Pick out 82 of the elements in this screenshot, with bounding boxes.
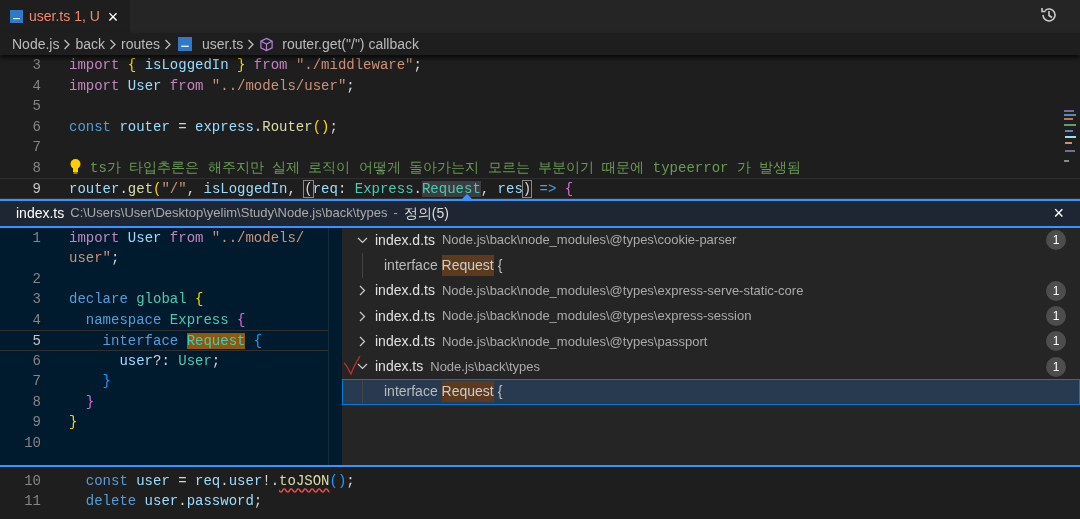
reference-file-name: index.d.ts — [375, 306, 435, 326]
code-line: const user = req.user!.toJSON(); — [84, 472, 355, 489]
line-number: 3 — [31, 290, 41, 309]
lightbulb-icon[interactable] — [69, 157, 82, 174]
line-number: 1 — [31, 228, 41, 248]
editor-tab[interactable]: user.ts 1, U × — [0, 0, 131, 33]
line-number: 7 — [31, 138, 41, 157]
peek-file-name: index.ts — [16, 203, 65, 223]
code-line: interface Request { — [101, 333, 263, 349]
line-number: 6 — [31, 117, 41, 137]
code-line: router.get("/", isLoggedIn, (req: Express.Request, res) => { — [69, 181, 574, 197]
line-number: 9 — [31, 180, 41, 198]
line-number: 3 — [31, 56, 41, 75]
code-line: import { isLoggedIn } from "./middleware"; — [69, 57, 422, 73]
line-number: 8 — [31, 158, 41, 178]
close-peek-button[interactable]: × — [1051, 204, 1066, 222]
line-number: 8 — [31, 392, 41, 412]
reference-path: Node.js\back\node_modules\@types\express-session — [441, 307, 752, 326]
breadcrumb-item[interactable]: router.get("/") callback — [282, 33, 419, 55]
line-number: 4 — [31, 76, 41, 96]
history-icon[interactable] — [1040, 6, 1058, 24]
line-number: 2 — [31, 269, 41, 289]
typescript-file-icon — [177, 37, 192, 51]
reference-path: Node.js\back\types — [430, 357, 541, 376]
count-badge: 1 — [1046, 306, 1066, 327]
chevron-right-icon — [63, 38, 72, 50]
chevron-right-icon[interactable] — [357, 285, 368, 297]
reference-file-name: index.ts — [375, 357, 424, 377]
reference-file-name: index.d.ts — [375, 331, 435, 351]
line-number: 9 — [31, 413, 41, 432]
chevron-right-icon[interactable] — [357, 335, 368, 347]
count-badge: 1 — [1046, 230, 1066, 251]
code-line: } — [101, 373, 111, 389]
line-number: 10 — [23, 471, 41, 491]
code-line: declare global { — [69, 291, 204, 307]
code-line: namespace Express { — [84, 311, 246, 328]
reference-path: Node.js\back\node_modules\@types\passport — [441, 332, 708, 351]
line-number: 5 — [31, 97, 41, 116]
reference-group[interactable]: index.d.ts Node.js\back\node_modules\@types\express-serve-static-core 1 — [342, 278, 1080, 304]
reference-match[interactable]: interface Request { — [342, 379, 1080, 405]
breadcrumb-item[interactable]: user.ts — [201, 33, 244, 55]
reference-group[interactable]: index.ts Node.js\back\types 1 — [342, 354, 1080, 380]
chevron-right-icon — [163, 38, 172, 50]
chevron-right-icon — [247, 38, 256, 50]
line-number: 11 — [23, 492, 41, 511]
separator-text: - — [393, 204, 398, 223]
count-badge: 1 — [1046, 280, 1066, 301]
line-number: 4 — [31, 310, 41, 330]
line-number: 6 — [31, 351, 41, 371]
count-badge: 1 — [1046, 331, 1066, 352]
count-badge: 1 — [1046, 356, 1066, 377]
reference-match[interactable]: interface Request { — [342, 252, 1080, 279]
reference-path: Node.js\back\node_modules\@types\express-serve-static-core — [441, 282, 804, 300]
peek-title: 정의(5) — [403, 203, 449, 223]
code-line: } — [69, 414, 78, 430]
close-tab-button[interactable]: × — [105, 7, 121, 26]
code-line: import User from "../models/user"; — [69, 77, 355, 94]
chevron-right-icon[interactable] — [357, 310, 368, 322]
chevron-right-icon — [109, 38, 118, 50]
reference-file-name: index.d.ts — [375, 281, 435, 301]
line-number: 5 — [31, 332, 41, 350]
tab-title: user.ts 1, U — [29, 7, 100, 26]
reference-group[interactable]: index.d.ts Node.js\back\node_modules\@types\cookie-parser 1 — [342, 227, 1080, 253]
reference-file-name: index.d.ts — [375, 230, 435, 250]
line-number: 7 — [31, 372, 41, 391]
breadcrumb-item[interactable]: back — [75, 33, 106, 55]
code-line: user?: User; — [118, 352, 221, 369]
reference-group[interactable]: index.d.ts Node.js\back\node_modules\@types\passport 1 — [342, 328, 1080, 354]
code-line: user"; — [69, 250, 120, 266]
code-line: delete user.password; — [84, 493, 263, 509]
cube-icon — [259, 36, 275, 52]
code-line: import User from "../models/ — [69, 229, 305, 246]
reference-path: Node.js\back\node_modules\@types\cookie-parser — [441, 231, 737, 250]
reference-group[interactable]: index.d.ts Node.js\back\node_modules\@types\express-session 1 — [342, 303, 1080, 329]
code-comment: ts가 타입추론은 해주지만 실제 로직이 어떻게 돌아가는지 모르는 부분이기 때문에 typeerror 가 발생됨 — [90, 159, 802, 176]
code-line: } — [84, 393, 95, 410]
code-line: const router = express.Router(); — [69, 118, 338, 135]
line-number: 10 — [23, 433, 41, 453]
breadcrumb-item[interactable]: Node.js — [12, 33, 60, 55]
peek-file-path: C:\Users\User\Desktop\yelim\Study\Node.js\back\types — [70, 204, 388, 223]
typescript-file-icon — [10, 10, 23, 23]
breadcrumb-item[interactable]: routes — [121, 33, 160, 55]
